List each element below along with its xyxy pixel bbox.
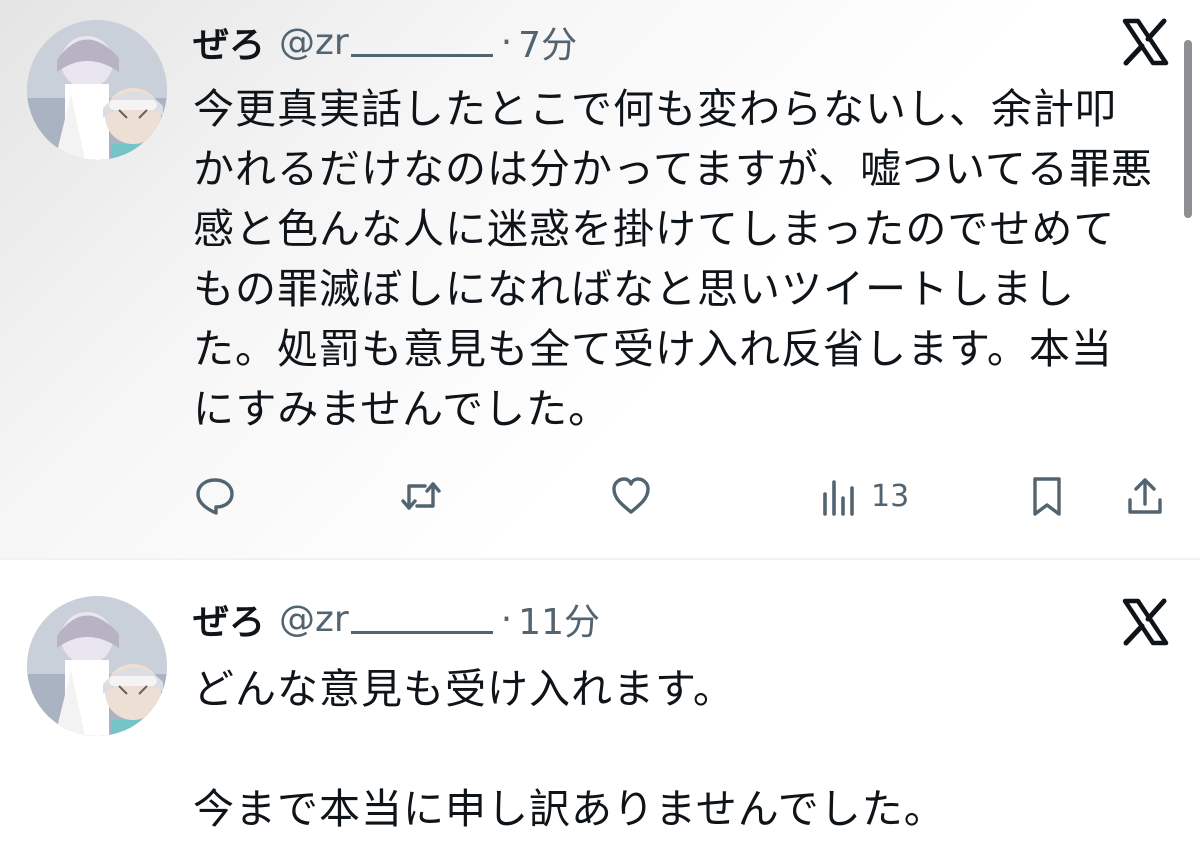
retweet-icon: [401, 482, 441, 510]
avatar[interactable]: [27, 20, 167, 160]
like-button[interactable]: [609, 468, 653, 524]
handle-redaction: [350, 605, 493, 634]
separator-dot: ·: [500, 21, 513, 63]
avatar-image: [27, 596, 167, 736]
tweet-header: ぜろ @zr · 11分: [193, 594, 600, 644]
timestamp[interactable]: 11分: [518, 593, 600, 645]
tweet-actions: 13: [193, 468, 1173, 524]
share-icon: [1128, 478, 1162, 514]
bookmark-icon: [1033, 477, 1061, 516]
reply-icon: [196, 478, 234, 515]
like-icon: [612, 477, 650, 514]
timestamp[interactable]: 7分: [518, 16, 577, 68]
author-name[interactable]: ぜろ: [193, 593, 265, 645]
tweet-card[interactable]: ぜろ @zr · 7分 今更真実話したとこで何も変わらないし、余計叩かれるだけな…: [0, 0, 1200, 558]
avatar[interactable]: [27, 596, 167, 736]
tweet-header: ぜろ @zr · 7分: [193, 17, 577, 67]
views-count: 13: [871, 478, 910, 514]
retweet-button[interactable]: [399, 468, 443, 524]
views-icon: [823, 480, 854, 516]
avatar-image: [27, 20, 167, 160]
views-button[interactable]: 13: [817, 468, 909, 524]
scrollbar[interactable]: [1184, 40, 1192, 218]
x-logo-icon[interactable]: [1120, 597, 1170, 647]
separator-dot: ·: [500, 598, 513, 640]
author-handle[interactable]: @zr: [279, 599, 349, 640]
tweet-text: 今更真実話したとこで何も変わらないし、余計叩かれるだけなのは分かってますが、嘘つ…: [193, 85, 1153, 433]
bookmark-button[interactable]: [1025, 468, 1069, 524]
tweet-text: どんな意見も受け入れます。 今まで本当に申し訳ありませんでした。: [193, 665, 946, 833]
reply-button[interactable]: [193, 468, 237, 524]
author-name[interactable]: ぜろ: [193, 16, 265, 68]
x-logo-icon[interactable]: [1120, 17, 1170, 67]
share-button[interactable]: [1123, 468, 1167, 524]
author-handle[interactable]: @zr: [279, 22, 349, 63]
handle-redaction: [350, 28, 493, 57]
